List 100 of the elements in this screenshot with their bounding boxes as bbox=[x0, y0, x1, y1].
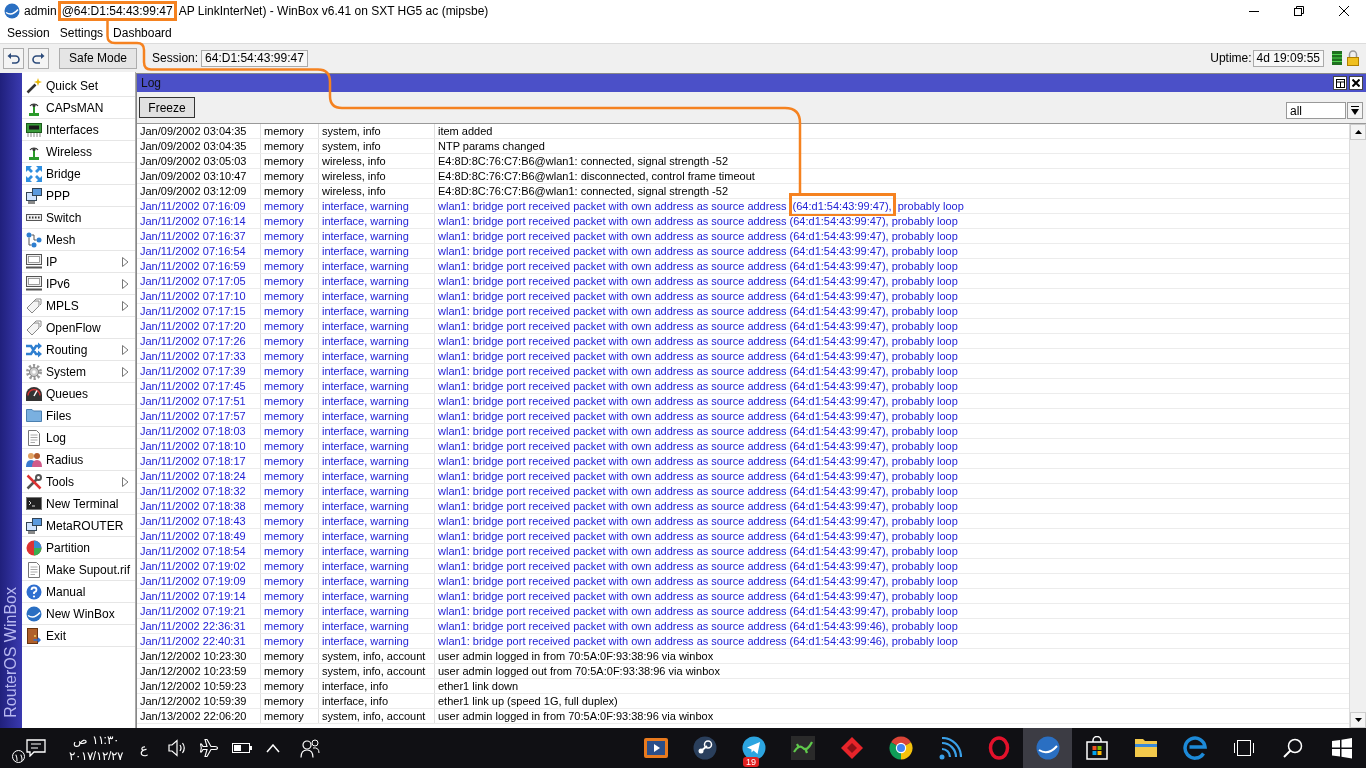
table-cell-text: wlan1: bridge port received packet with own address as source address (64:d1:54:43:99:47), probably loop bbox=[437, 544, 959, 558]
speaker-icon[interactable] bbox=[168, 739, 186, 757]
sidebar-item[interactable]: Manual bbox=[22, 581, 135, 603]
sidebar-item[interactable]: Log bbox=[22, 427, 135, 449]
table-cell: interface, warning bbox=[319, 529, 435, 543]
sidebar-item[interactable]: System bbox=[22, 361, 135, 383]
table-cell: system, info, account bbox=[319, 664, 435, 678]
table-cell: memory bbox=[261, 709, 319, 723]
undo-button[interactable] bbox=[3, 47, 24, 69]
sidebar-item[interactable]: Bridge bbox=[22, 163, 135, 185]
table-cell: memory bbox=[261, 499, 319, 513]
table-cell: interface, warning bbox=[319, 559, 435, 573]
table-cell: memory bbox=[261, 649, 319, 663]
table-cell-text: wlan1: bridge port received packet with own address as source address (64:d1:54:43:99:47), probably loop bbox=[437, 214, 959, 228]
window-restore-button[interactable] bbox=[1333, 76, 1347, 90]
people-icon[interactable] bbox=[300, 738, 320, 758]
sidebar-item[interactable]: MetaROUTER bbox=[22, 515, 135, 537]
sidebar-item[interactable]: Partition bbox=[22, 537, 135, 559]
sidebar-item[interactable]: Interfaces bbox=[22, 119, 135, 141]
scrollbar[interactable] bbox=[1349, 124, 1366, 728]
sidebar-item[interactable]: Switch bbox=[22, 207, 135, 229]
table-cell-text: wlan1: bridge port received packet with own address as source address (64:d1:54:43:99:47), probably loop bbox=[437, 394, 959, 408]
redo-button[interactable] bbox=[28, 47, 49, 69]
nodes-icon bbox=[26, 231, 42, 248]
title-text: @64:D1:54:43:99:47 bbox=[61, 4, 173, 18]
chat-bubble-icon[interactable] bbox=[26, 739, 46, 757]
table-cell-text: wlan1: bridge port received packet with own address as source address (64:d1:54:43:99:47), probably loop bbox=[437, 349, 959, 363]
table-cell: memory bbox=[261, 364, 319, 378]
airplane-icon[interactable] bbox=[200, 739, 218, 757]
scroll-up-button[interactable] bbox=[1350, 124, 1366, 140]
table-cell-text: ether1 link up (speed 1G, full duplex) bbox=[437, 694, 619, 708]
browser-circle-icon bbox=[888, 736, 913, 760]
table-cell-text: user admin logged in from 70:5A:0F:93:38:96 via winbox bbox=[437, 709, 715, 723]
sidebar-item[interactable]: Quick Set bbox=[22, 75, 135, 97]
sidebar-item[interactable]: Radius bbox=[22, 449, 135, 471]
undo-icon bbox=[7, 52, 20, 64]
sidebar-item[interactable]: Tools bbox=[22, 471, 135, 493]
table-cell: wireless, info bbox=[319, 169, 435, 183]
sidebar-item[interactable]: Make Supout.rif bbox=[22, 559, 135, 581]
table-cell: interface, warning bbox=[319, 424, 435, 438]
table-cell: system, info, account bbox=[319, 649, 435, 663]
submenu-arrow-icon bbox=[122, 300, 129, 311]
table-cell: memory bbox=[261, 169, 319, 183]
sidebar-item[interactable]: New WinBox bbox=[22, 603, 135, 625]
task-view-icon bbox=[1232, 738, 1255, 758]
table-cell: memory bbox=[261, 694, 319, 708]
diamond-icon bbox=[839, 736, 864, 760]
table-cell: memory bbox=[261, 439, 319, 453]
clock-time: ١١:٣٠ ص bbox=[73, 732, 119, 748]
menu-item[interactable]: Dashboard bbox=[108, 23, 177, 42]
language-indicator[interactable]: ع bbox=[140, 740, 148, 756]
table-cell: Jan/11/2002 07:17:15 bbox=[137, 304, 261, 318]
clock-date: ٢٠١٧/١٢/٢٧ bbox=[68, 748, 124, 764]
table-cell-text: wlan1: bridge port received packet with own address as source address (64:d1:54:43:99:47), probably loop bbox=[437, 304, 959, 318]
table-cell: wlan1: bridge port received packet with own address as source address bbox=[438, 200, 787, 212]
table-cell: interface, warning bbox=[319, 604, 435, 618]
sidebar-item[interactable]: Wireless bbox=[22, 141, 135, 163]
safe-mode-button[interactable]: Safe Mode bbox=[59, 47, 138, 69]
sidebar-item[interactable]: Routing bbox=[22, 339, 135, 361]
sidebar-item[interactable]: IPv6 bbox=[22, 273, 135, 295]
table-cell: memory bbox=[261, 454, 319, 468]
table-cell: interface, warning bbox=[319, 544, 435, 558]
sidebar-item[interactable]: CAPsMAN bbox=[22, 97, 135, 119]
sidebar-item[interactable]: Queues bbox=[22, 383, 135, 405]
uptime-field: 4d 19:09:55 bbox=[1252, 49, 1324, 67]
sidebar-item[interactable]: MPLS bbox=[22, 295, 135, 317]
menu-item[interactable]: Settings bbox=[54, 23, 109, 42]
table-cell: Jan/11/2002 07:16:09 bbox=[137, 199, 261, 213]
sidebar-item[interactable]: IP bbox=[22, 251, 135, 273]
table-cell: memory bbox=[261, 574, 319, 588]
table-cell: Jan/11/2002 07:16:54 bbox=[137, 244, 261, 258]
taskbar-button[interactable]: 19 bbox=[729, 728, 778, 768]
sidebar-item[interactable]: PPP bbox=[22, 185, 135, 207]
table-cell: interface, warning bbox=[319, 469, 435, 483]
search-icon bbox=[1282, 738, 1303, 758]
chevron-up-icon[interactable] bbox=[266, 743, 280, 753]
dropdown-button[interactable] bbox=[1347, 102, 1363, 119]
table-cell: interface, warning bbox=[319, 244, 435, 258]
filter-dropdown[interactable]: all bbox=[1286, 102, 1346, 119]
table-cell: Jan/09/2002 03:04:35 bbox=[137, 124, 261, 138]
shopping-bag-icon bbox=[1084, 736, 1109, 760]
notification-count: ١١ bbox=[12, 750, 25, 763]
sidebar-item[interactable]: OpenFlow bbox=[22, 317, 135, 339]
sidebar-item[interactable]: Files bbox=[22, 405, 135, 427]
battery-icon[interactable] bbox=[232, 743, 252, 753]
table-cell: Jan/11/2002 07:17:26 bbox=[137, 334, 261, 348]
freeze-button[interactable]: Freeze bbox=[139, 97, 195, 118]
menu-item[interactable]: Session bbox=[2, 23, 55, 42]
paper-plane-icon bbox=[741, 736, 766, 760]
taskbar-button[interactable] bbox=[1023, 728, 1072, 768]
sidebar-item[interactable]: Exit bbox=[22, 625, 135, 647]
table-cell: system, info bbox=[319, 139, 435, 153]
highlighted-address: (64:d1:54:43:99:47), bbox=[792, 200, 892, 212]
scroll-down-button[interactable] bbox=[1350, 712, 1366, 728]
sidebar-item[interactable]: Mesh bbox=[22, 229, 135, 251]
monitor-icon bbox=[26, 276, 42, 291]
window-close-button[interactable] bbox=[1349, 76, 1363, 90]
table-cell: interface, warning bbox=[319, 229, 435, 243]
table-cell-text: wlan1: bridge port received packet with own address as source address (64:d1:54:43:99:47), probably loop bbox=[437, 484, 959, 498]
sidebar-item[interactable]: New Terminal bbox=[22, 493, 135, 515]
